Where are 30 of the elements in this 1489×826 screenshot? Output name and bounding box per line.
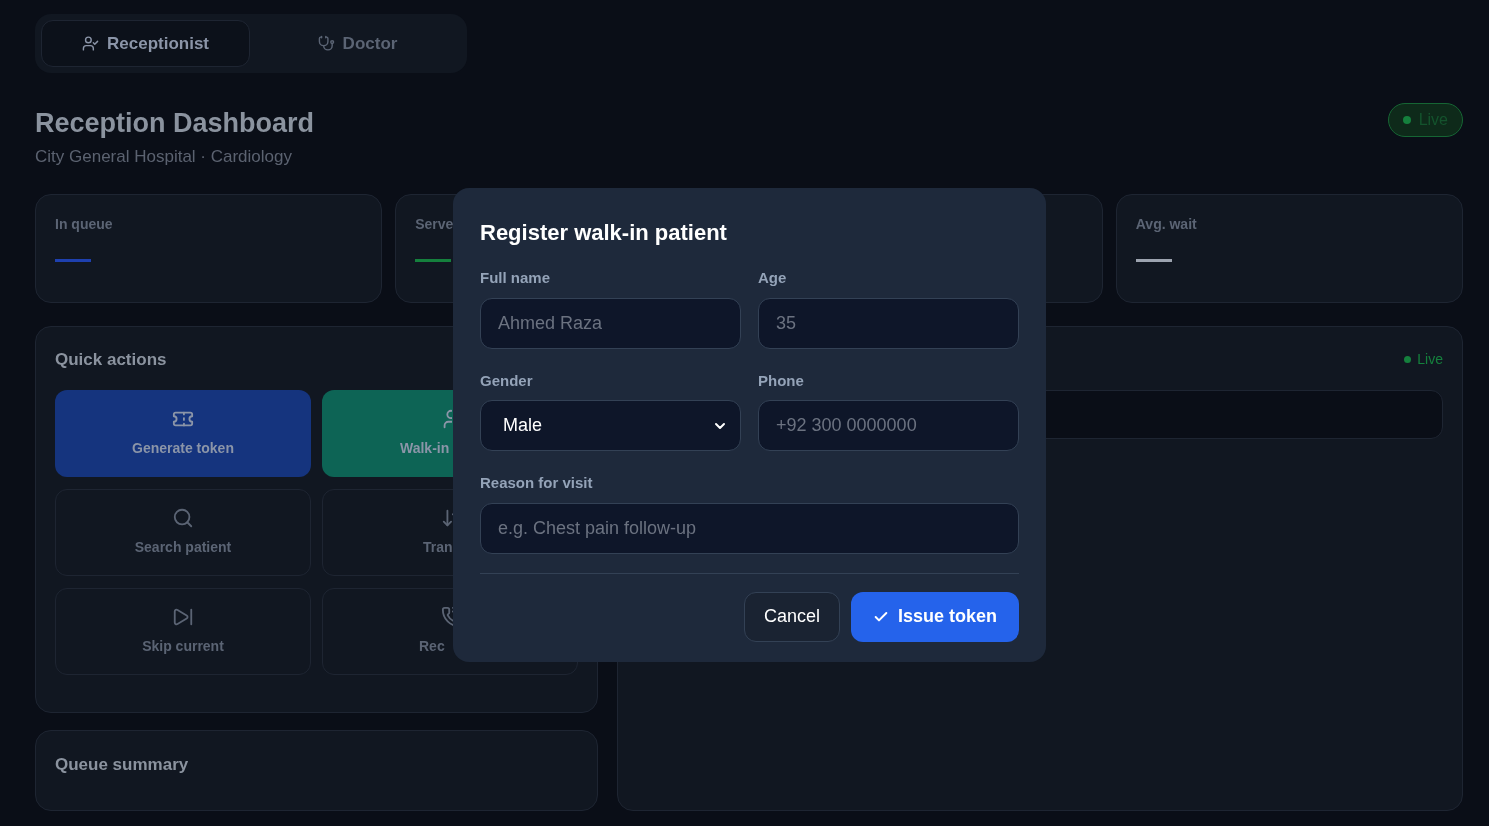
stat-label: In queue (55, 214, 113, 234)
input-field[interactable]: 35 (758, 297, 1019, 349)
action-button[interactable]: Skip current (55, 588, 311, 675)
role-tab[interactable]: Doctor (254, 20, 461, 67)
search-icon (172, 507, 194, 529)
issue-token-button[interactable]: Issue token (850, 591, 1019, 642)
input-field[interactable]: +92 300 0000000 (758, 400, 1019, 451)
phone-icon (441, 606, 453, 628)
live-label: Live (1417, 349, 1443, 369)
cancel-button[interactable]: Cancel (743, 591, 840, 642)
panel-title: Queue summary (55, 753, 190, 776)
panel-title: Quick actions (55, 348, 168, 371)
field-label: Full name (480, 268, 550, 288)
input-field[interactable]: Ahmed Raza (480, 297, 741, 349)
stethoscope-icon (317, 35, 335, 52)
dialog-title: Register walk-in patient (480, 219, 728, 247)
page-subtitle: City General Hospital · Cardiology (35, 146, 293, 168)
stat-label: Serve (415, 214, 454, 234)
field-label: Gender (480, 370, 533, 391)
user-check-icon (82, 35, 99, 52)
field-label: Age (758, 268, 787, 288)
role-tab[interactable]: Receptionist (41, 20, 250, 67)
page-title: Reception Dashboard (35, 107, 315, 140)
gender-select[interactable]: Male (480, 400, 741, 451)
input-field[interactable]: e.g. Chest pain follow-up (480, 502, 1019, 554)
action-button[interactable]: Generate token (55, 390, 311, 477)
action-button[interactable]: Search patient (55, 489, 311, 576)
field-label: Phone (758, 370, 804, 391)
skip-icon (172, 606, 194, 628)
stat-label: Avg. wait (1135, 214, 1197, 234)
